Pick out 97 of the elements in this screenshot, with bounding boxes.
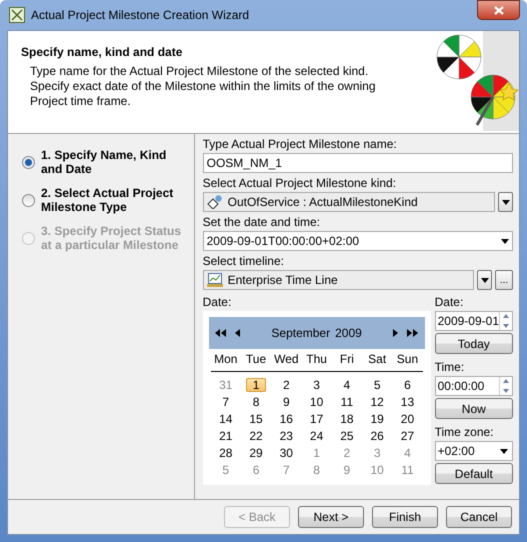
calendar-day[interactable]: 4 xyxy=(336,378,358,392)
close-icon xyxy=(494,6,504,14)
calendar-label: Date: xyxy=(202,295,232,309)
calendar-day[interactable]: 3 xyxy=(367,446,388,460)
weekday-label: Sun xyxy=(396,351,420,367)
header-description: Type name for the Actual Project Milestone of the selected kind. Specify exact date of the Milestone within the limits of the owning Project time frame. xyxy=(29,64,377,109)
spinner-arrows[interactable] xyxy=(499,377,512,395)
calendar-day[interactable]: 13 xyxy=(397,395,418,409)
milestone-icon xyxy=(206,195,223,209)
weekday-label: Sat xyxy=(367,351,388,367)
calendar-day[interactable]: 9 xyxy=(276,395,296,409)
calendar-day[interactable]: 2 xyxy=(336,446,358,460)
time-zone-dropdown[interactable]: +02:00 xyxy=(434,441,513,461)
wizard-step[interactable]: 2. Select Actual Project Milestone Type xyxy=(22,186,186,214)
calendar-day[interactable]: 9 xyxy=(336,463,358,477)
time-zone-label: Time zone: xyxy=(434,425,495,439)
dropdown-button[interactable] xyxy=(477,270,492,290)
weekday-label: Tue xyxy=(244,351,268,367)
wizard-button[interactable]: Finish xyxy=(372,506,438,528)
year-number: 2009 xyxy=(335,326,362,340)
wizard-step[interactable]: 1. Specify Name, Kind and Date xyxy=(22,148,186,176)
calendar-day[interactable]: 11 xyxy=(397,463,418,477)
calendar-day[interactable]: 18 xyxy=(336,412,358,426)
calendar-day[interactable]: 24 xyxy=(306,429,327,443)
next-year-icon[interactable] xyxy=(406,329,419,337)
kind-dropdown[interactable]: OutOfService : ActualMilestoneKind xyxy=(202,192,495,212)
timeline-label: Select timeline: xyxy=(202,254,285,268)
kind-label: Select Actual Project Milestone kind: xyxy=(202,176,398,190)
browse-button[interactable]: ... xyxy=(495,270,513,290)
next-month-icon[interactable] xyxy=(392,329,399,337)
time-spinner[interactable]: 00:00:00 xyxy=(434,376,513,396)
calendar-day[interactable]: 1 xyxy=(306,446,327,460)
name-field[interactable]: OOSM_NM_1 xyxy=(202,153,513,173)
calendar-day[interactable]: 4 xyxy=(397,446,418,460)
dropdown-button[interactable] xyxy=(498,192,513,212)
calendar-day[interactable]: 28 xyxy=(216,446,236,460)
calendar-day[interactable]: 16 xyxy=(276,412,296,426)
calendar-day[interactable]: 5 xyxy=(367,378,388,392)
previous-month-icon[interactable] xyxy=(234,329,241,337)
calendar-day[interactable]: 11 xyxy=(336,395,358,409)
datetime-label: Set the date and time: xyxy=(202,215,322,229)
weekday-label: Mon xyxy=(213,351,238,367)
radio-button[interactable] xyxy=(22,156,35,168)
calendar-day[interactable]: 23 xyxy=(276,429,296,443)
calendar-day[interactable]: 5 xyxy=(216,463,236,477)
app-icon xyxy=(9,7,25,23)
calendar-day[interactable]: 7 xyxy=(216,395,236,409)
calendar-day[interactable]: 17 xyxy=(306,412,327,426)
now-button[interactable]: Now xyxy=(434,398,513,419)
default-button[interactable]: Default xyxy=(434,463,513,484)
calendar-day[interactable]: 19 xyxy=(367,412,388,426)
chart-icon xyxy=(206,273,223,287)
weekday-label: Wed xyxy=(273,351,300,367)
calendar-day[interactable]: 15 xyxy=(246,412,266,426)
calendar-day[interactable]: 27 xyxy=(397,429,418,443)
calendar-day[interactable]: 25 xyxy=(336,429,358,443)
caret-icon xyxy=(500,448,508,454)
calendar-day[interactable]: 20 xyxy=(397,412,418,426)
weekday-label: Thu xyxy=(305,351,328,367)
calendar-day[interactable]: 3 xyxy=(306,378,327,392)
radio-button[interactable] xyxy=(22,194,35,206)
spinner-arrows[interactable] xyxy=(499,312,512,330)
calendar-day[interactable]: 29 xyxy=(246,446,266,460)
caret-icon xyxy=(480,278,488,282)
month-name: September xyxy=(271,326,330,340)
caret-icon xyxy=(501,238,509,244)
calendar-day[interactable]: 10 xyxy=(306,395,327,409)
timeline-dropdown[interactable]: Enterprise Time Line xyxy=(202,270,474,290)
calendar-day[interactable]: 7 xyxy=(276,463,296,477)
calendar-day[interactable]: 14 xyxy=(216,412,236,426)
calendar-day[interactable]: 6 xyxy=(397,378,418,392)
name-label: Type Actual Project Milestone name: xyxy=(202,137,398,151)
header-title: Specify name, kind and date xyxy=(21,45,184,59)
calendar-day[interactable]: 2 xyxy=(276,378,296,392)
date-spinner[interactable]: 2009-09-01 xyxy=(434,311,513,331)
datetime-dropdown[interactable]: 2009-09-01T00:00:00+02:00 xyxy=(202,231,513,251)
calendar-day[interactable]: 6 xyxy=(246,463,266,477)
calendar-day[interactable]: 12 xyxy=(367,395,388,409)
time-label: Time: xyxy=(434,360,466,374)
calendar-day[interactable]: 22 xyxy=(246,429,266,443)
window-title: Actual Project Milestone Creation Wizard xyxy=(31,8,250,22)
wizard-button[interactable]: Next > xyxy=(298,506,364,528)
calendar-day[interactable]: 1 xyxy=(246,378,266,392)
close-button[interactable] xyxy=(477,0,520,20)
weekday-label: Fri xyxy=(338,351,355,367)
calendar-day[interactable]: 10 xyxy=(367,463,388,477)
today-button[interactable]: Today xyxy=(434,333,513,354)
calendar-day[interactable]: 21 xyxy=(216,429,236,443)
date-label: Date: xyxy=(434,295,464,309)
caret-icon xyxy=(502,200,510,204)
previous-year-icon[interactable] xyxy=(214,329,227,337)
calendar-day[interactable]: 31 xyxy=(216,378,236,392)
calendar-day[interactable]: 30 xyxy=(276,446,296,460)
wizard-button[interactable]: Cancel xyxy=(446,506,512,528)
calendar-day[interactable]: 26 xyxy=(367,429,388,443)
calendar-day[interactable]: 8 xyxy=(306,463,327,477)
calendar-day[interactable]: 8 xyxy=(246,395,266,409)
